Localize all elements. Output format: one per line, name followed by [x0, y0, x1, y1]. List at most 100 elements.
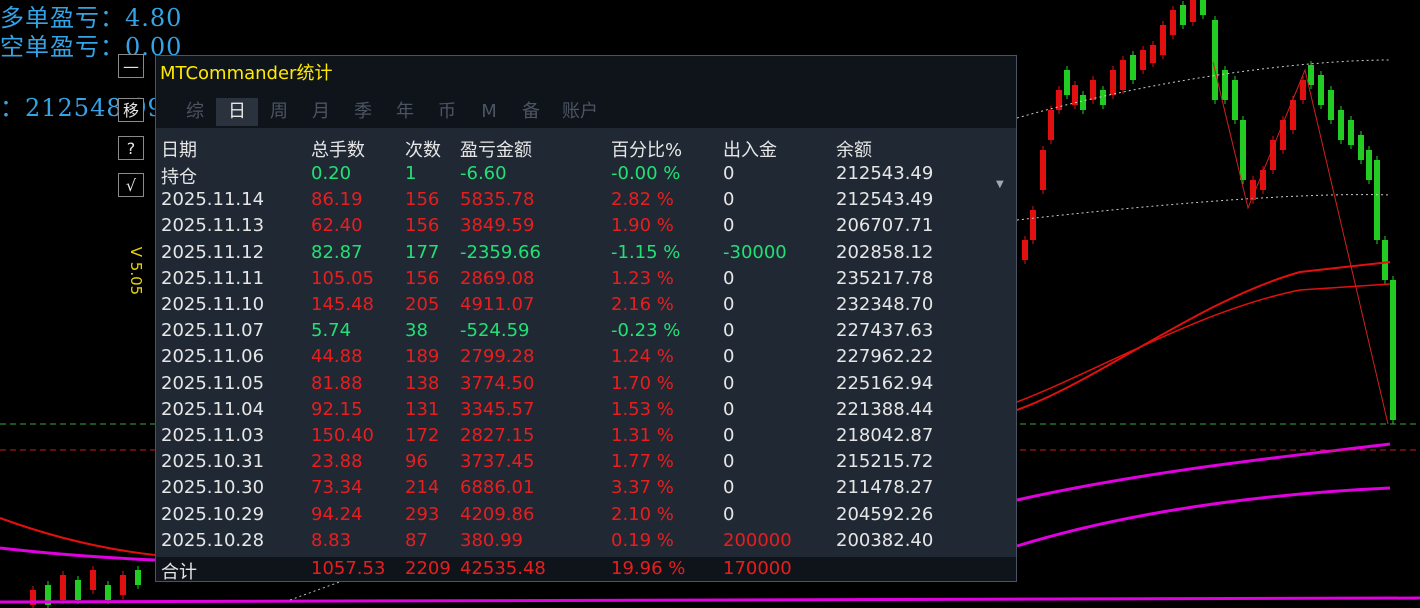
cell-pnl: 3849.59 [460, 215, 535, 237]
header-balance: 余额 [836, 140, 872, 161]
cell-balance: 211478.27 [836, 477, 934, 499]
help-button[interactable]: ? [118, 136, 144, 160]
cell-date: 2025.11.13 [161, 215, 265, 237]
tab-summary[interactable]: 综 [174, 98, 216, 126]
header-percent: 百分比% [611, 140, 683, 161]
cell-count: 214 [405, 477, 440, 499]
candle-body [1180, 5, 1186, 25]
table-row[interactable]: 2025.11.10 145.48 205 4911.07 2.16 % 0 232348.… [156, 294, 1016, 320]
cell-date: 2025.11.07 [161, 320, 265, 342]
candle-body [1130, 55, 1136, 80]
cell-date: 2025.11.05 [161, 372, 265, 394]
cell-deposit-withdraw: 0 [723, 294, 735, 315]
cell-percent: 2.82 % [611, 189, 674, 211]
cell-lots: 150.40 [311, 425, 374, 446]
table-row[interactable]: 2025.11.03 150.40 172 2827.15 1.31 % 0 218042.… [156, 425, 1016, 451]
candle-body [1390, 280, 1396, 420]
tab-account[interactable]: 账户 [552, 98, 608, 126]
candle-body [75, 580, 81, 600]
candle-body [1190, 0, 1196, 22]
table-row[interactable]: 持仓 0.20 1 -6.60 -0.00 % 0 212543.49 [156, 163, 1016, 189]
table-row[interactable]: 2025.11.05 81.88 138 3774.50 1.70 % 0 225162.9… [156, 373, 1016, 399]
cell-pnl: 3737.45 [460, 451, 535, 473]
cell-pnl: 5835.78 [460, 189, 535, 211]
cell-deposit-withdraw: 0 [723, 267, 735, 289]
candle-body [1270, 140, 1276, 170]
cell-deposit-withdraw: 200000 [723, 529, 792, 551]
scroll-down-icon[interactable]: ▼ [996, 179, 1004, 190]
trend-line [1212, 61, 1389, 425]
total-row: 合计 1057.53 2209 42535.48 19.96 % 170000 [156, 557, 1016, 583]
table-row[interactable]: 2025.10.28 8.83 87 380.99 0.19 % 200000 200382… [156, 530, 1016, 556]
candle-body [1090, 80, 1096, 100]
table-row[interactable]: 2025.11.06 44.88 189 2799.28 1.24 % 0 227962.2… [156, 346, 1016, 372]
cell-percent: -1.15 % [611, 241, 681, 263]
tab-currency[interactable]: 币 [426, 98, 468, 126]
move-button[interactable]: 移 [118, 98, 144, 122]
table-row[interactable]: 2025.11.14 86.19 156 5835.78 2.82 % 0 212543.4… [156, 189, 1016, 215]
cell-pnl: 380.99 [460, 529, 523, 551]
cell-date: 2025.11.06 [161, 346, 265, 368]
table-row[interactable]: 2025.11.11 105.05 156 2869.08 1.23 % 0 235217.… [156, 268, 1016, 294]
candle-body [1100, 90, 1106, 105]
cell-lots: 82.87 [311, 241, 363, 263]
candle-body [1150, 45, 1156, 63]
cell-pnl: 6886.01 [460, 477, 535, 499]
cell-count: 172 [405, 425, 440, 446]
tab-day[interactable]: 日 [216, 98, 258, 126]
candle-body [1040, 150, 1046, 190]
cell-deposit-withdraw: 0 [723, 451, 735, 473]
candle-body [1358, 135, 1364, 160]
cell-pnl: 2827.15 [460, 425, 535, 446]
cell-deposit-withdraw: 0 [723, 503, 735, 525]
candle-body [1080, 95, 1086, 110]
candle-body [1140, 50, 1146, 70]
cell-count: 189 [405, 346, 440, 368]
cell-percent: 3.37 % [611, 477, 674, 499]
candle-body [1170, 10, 1176, 35]
cell-date: 2025.11.10 [161, 294, 265, 315]
candle-body [1338, 110, 1344, 140]
header-lots: 总手数 [311, 140, 365, 161]
candle-body [1382, 240, 1388, 280]
cell-balance: 215215.72 [836, 451, 934, 473]
tab-note[interactable]: 备 [510, 98, 552, 126]
cell-count: 131 [405, 398, 440, 420]
cell-lots: 92.15 [311, 398, 363, 420]
cell-percent: 1.31 % [611, 425, 674, 446]
candle-body [1318, 75, 1324, 105]
cell-pnl: 3345.57 [460, 398, 535, 420]
table-row[interactable]: 2025.10.30 73.34 214 6886.01 3.37 % 0 211478.2… [156, 477, 1016, 503]
confirm-button[interactable]: √ [118, 173, 144, 197]
candle-body [1160, 25, 1166, 55]
cell-count: 293 [405, 503, 440, 525]
tab-magic[interactable]: M [468, 98, 510, 126]
candle-body [1200, 0, 1206, 15]
table-row[interactable]: 2025.11.13 62.40 156 3849.59 1.90 % 0 206707.7… [156, 215, 1016, 241]
table-row[interactable]: 2025.11.04 92.15 131 3345.57 1.53 % 0 221388.4… [156, 399, 1016, 425]
cell-count: 38 [405, 320, 428, 342]
candle-body [1064, 70, 1070, 95]
cell-percent: 1.70 % [611, 372, 674, 394]
cell-pnl: -6.60 [460, 163, 507, 184]
table-row[interactable]: 2025.11.12 82.87 177 -2359.66 -1.15 % -30000 2… [156, 242, 1016, 268]
period-tabs: 综 日 周 月 季 年 币 M 备 账户 [174, 98, 608, 126]
cell-pnl: 2869.08 [460, 267, 535, 289]
candle-body [1308, 65, 1314, 85]
tab-week[interactable]: 周 [258, 98, 300, 126]
tab-month[interactable]: 月 [300, 98, 342, 126]
tab-quarter[interactable]: 季 [342, 98, 384, 126]
cell-count: 156 [405, 267, 440, 289]
cell-lots: 81.88 [311, 372, 363, 394]
candle-body [1212, 20, 1218, 100]
candle-body [1240, 120, 1246, 180]
cell-pnl: 3774.50 [460, 372, 535, 394]
table-row[interactable]: 2025.10.31 23.88 96 3737.45 1.77 % 0 215215.72 [156, 451, 1016, 477]
tab-year[interactable]: 年 [384, 98, 426, 126]
total-label: 合计 [161, 562, 197, 583]
table-row[interactable]: 2025.10.29 94.24 293 4209.86 2.10 % 0 204592.2… [156, 504, 1016, 530]
table-row[interactable]: 2025.11.07 5.74 38 -524.59 -0.23 % 0 227437.63 [156, 320, 1016, 346]
cell-percent: 2.10 % [611, 503, 674, 525]
cell-pnl: -2359.66 [460, 241, 541, 263]
minimize-button[interactable]: — [118, 54, 144, 78]
